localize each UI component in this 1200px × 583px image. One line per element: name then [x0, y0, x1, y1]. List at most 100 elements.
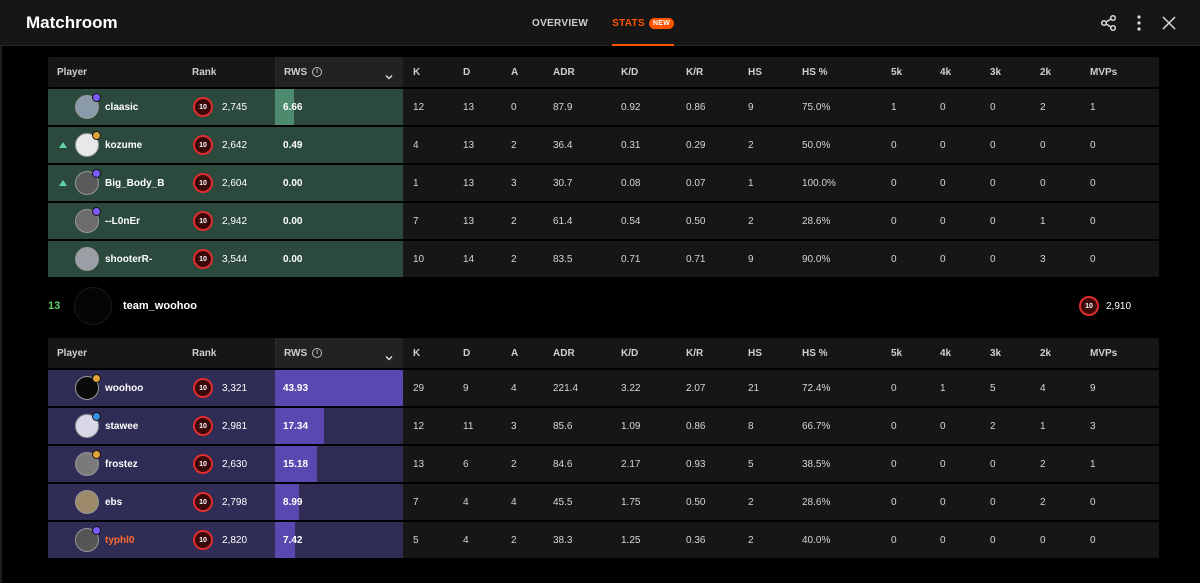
column-header-d[interactable]: D	[463, 338, 470, 368]
column-header-a[interactable]: A	[511, 57, 518, 87]
stat-hs: 8	[748, 420, 754, 432]
skill-level-icon: 10	[193, 249, 213, 269]
membership-badge-icon	[92, 412, 101, 421]
arrow-up-icon	[59, 142, 67, 148]
column-header-adr[interactable]: ADR	[553, 338, 575, 368]
stat-hsp: 100.0%	[802, 177, 836, 189]
stat-k3: 0	[990, 253, 996, 265]
column-header-k2[interactable]: 2k	[1040, 57, 1051, 87]
stat-hs: 9	[748, 101, 754, 113]
column-header-k4[interactable]: 4k	[940, 57, 951, 87]
column-header-kd[interactable]: K/D	[621, 57, 638, 87]
stat-k5: 1	[891, 101, 897, 113]
column-header-mvps[interactable]: MVPs	[1090, 338, 1117, 368]
stat-k3: 0	[990, 534, 996, 546]
player-row[interactable]: kozume 10 2,642 0.49 4 13 2 36.4 0.31 0.29 2 50.0% 0…	[48, 127, 1159, 163]
team-name[interactable]: team_woohoo	[123, 286, 197, 326]
column-header-kd[interactable]: K/D	[621, 338, 638, 368]
player-elo: 3,321	[222, 382, 248, 394]
player-row[interactable]: shooterR- 10 3,544 0.00 10 14 2 83.5 0.71 0.71 9 90…	[48, 241, 1159, 277]
stat-kr: 0.71	[686, 253, 706, 265]
column-header-player[interactable]: Player	[57, 57, 87, 87]
stat-d: 13	[463, 215, 475, 227]
stat-k2: 0	[1040, 139, 1046, 151]
column-header-hs[interactable]: HS	[748, 57, 762, 87]
column-header-rank[interactable]: Rank	[192, 338, 216, 368]
player-row[interactable]: --L0nEr 10 2,942 0.00 7 13 2 61.4 0.54 0.50 2 28.6%…	[48, 203, 1159, 239]
player-name[interactable]: shooterR-	[105, 241, 152, 277]
stat-k5: 0	[891, 253, 897, 265]
info-icon[interactable]: i	[312, 67, 323, 77]
stat-k3: 0	[990, 496, 996, 508]
player-name[interactable]: claasic	[105, 89, 138, 125]
rws-sort-dropdown[interactable]: RWS i	[275, 57, 403, 87]
membership-badge-icon	[92, 131, 101, 140]
column-header-k4[interactable]: 4k	[940, 338, 951, 368]
stat-k5: 0	[891, 420, 897, 432]
column-header-adr[interactable]: ADR	[553, 57, 575, 87]
stat-mvps: 0	[1090, 177, 1096, 189]
player-name[interactable]: stawee	[105, 408, 138, 444]
column-header-kr[interactable]: K/R	[686, 57, 703, 87]
column-header-kr[interactable]: K/R	[686, 338, 703, 368]
avatar[interactable]	[75, 490, 99, 514]
stat-k: 7	[413, 215, 419, 227]
column-header-d[interactable]: D	[463, 57, 470, 87]
more-vertical-icon[interactable]	[1130, 14, 1148, 32]
player-name[interactable]: typhl0	[105, 522, 134, 558]
column-header-rank[interactable]: Rank	[192, 57, 216, 87]
column-header-k3[interactable]: 3k	[990, 338, 1001, 368]
column-header-hs[interactable]: HS	[748, 338, 762, 368]
stat-k4: 0	[940, 139, 946, 151]
column-header-hsp[interactable]: HS %	[802, 57, 828, 87]
stat-a: 2	[511, 534, 517, 546]
column-header-k5[interactable]: 5k	[891, 57, 902, 87]
stat-a: 2	[511, 215, 517, 227]
stat-k3: 0	[990, 139, 996, 151]
chevron-down-icon	[385, 349, 393, 367]
player-row[interactable]: ebs 10 2,798 8.99 7 4 4 45.5 1.75 0.50 2 28.6% 0 0 0 2 0	[48, 484, 1159, 520]
player-name[interactable]: Big_Body_B	[105, 165, 164, 201]
player-name[interactable]: kozume	[105, 127, 142, 163]
player-cell: kozume 10 2,642 0.49	[48, 127, 403, 163]
column-header-a[interactable]: A	[511, 338, 518, 368]
column-header-k3[interactable]: 3k	[990, 57, 1001, 87]
column-header-hsp[interactable]: HS %	[802, 338, 828, 368]
close-icon[interactable]	[1160, 14, 1178, 32]
player-row[interactable]: frostez 10 2,630 15.18 13 6 2 84.6 2.17 0.93 5 38.5…	[48, 446, 1159, 482]
player-name[interactable]: --L0nEr	[105, 203, 140, 239]
column-header-k[interactable]: K	[413, 338, 420, 368]
player-name[interactable]: frostez	[105, 446, 138, 482]
tab-stats[interactable]: STATS NEW	[612, 0, 675, 46]
player-elo: 2,942	[222, 215, 248, 227]
player-row[interactable]: Big_Body_B 10 2,604 0.00 1 13 3 30.7 0.08 0.07 1 10…	[48, 165, 1159, 201]
player-row[interactable]: stawee 10 2,981 17.34 12 11 3 85.6 1.09 0.86 8 66.7…	[48, 408, 1159, 444]
rws-sort-dropdown[interactable]: RWS i	[275, 338, 403, 368]
column-header-k2[interactable]: 2k	[1040, 338, 1051, 368]
player-name[interactable]: ebs	[105, 484, 122, 520]
player-row[interactable]: woohoo 10 3,321 43.93 29 9 4 221.4 3.22 2.07 21 72.…	[48, 370, 1159, 406]
stat-kd: 1.25	[621, 534, 641, 546]
arrow-up-icon	[59, 180, 67, 186]
stat-kd: 1.09	[621, 420, 641, 432]
stat-kr: 0.86	[686, 420, 706, 432]
column-header-k5[interactable]: 5k	[891, 338, 902, 368]
column-header-k[interactable]: K	[413, 57, 420, 87]
skill-level-icon: 10	[193, 454, 213, 474]
column-header-mvps[interactable]: MVPs	[1090, 57, 1117, 87]
player-row[interactable]: typhl0 10 2,820 7.42 5 4 2 38.3 1.25 0.36 2 40.0% 0 0…	[48, 522, 1159, 558]
avatar[interactable]	[75, 247, 99, 271]
column-header-player[interactable]: Player	[57, 338, 87, 368]
stat-kr: 0.07	[686, 177, 706, 189]
chevron-down-icon	[385, 68, 393, 86]
team-avatar[interactable]	[74, 287, 112, 325]
stat-a: 2	[511, 139, 517, 151]
tab-overview[interactable]: OVERVIEW	[532, 0, 588, 46]
stat-adr: 36.4	[553, 139, 573, 151]
share-icon[interactable]	[1100, 14, 1118, 32]
membership-badge-icon	[92, 169, 101, 178]
stat-k5: 0	[891, 177, 897, 189]
player-row[interactable]: claasic 10 2,745 6.66 12 13 0 87.9 0.92 0.86 9 75.0…	[48, 89, 1159, 125]
info-icon[interactable]: i	[312, 348, 323, 358]
player-name[interactable]: woohoo	[105, 370, 143, 406]
